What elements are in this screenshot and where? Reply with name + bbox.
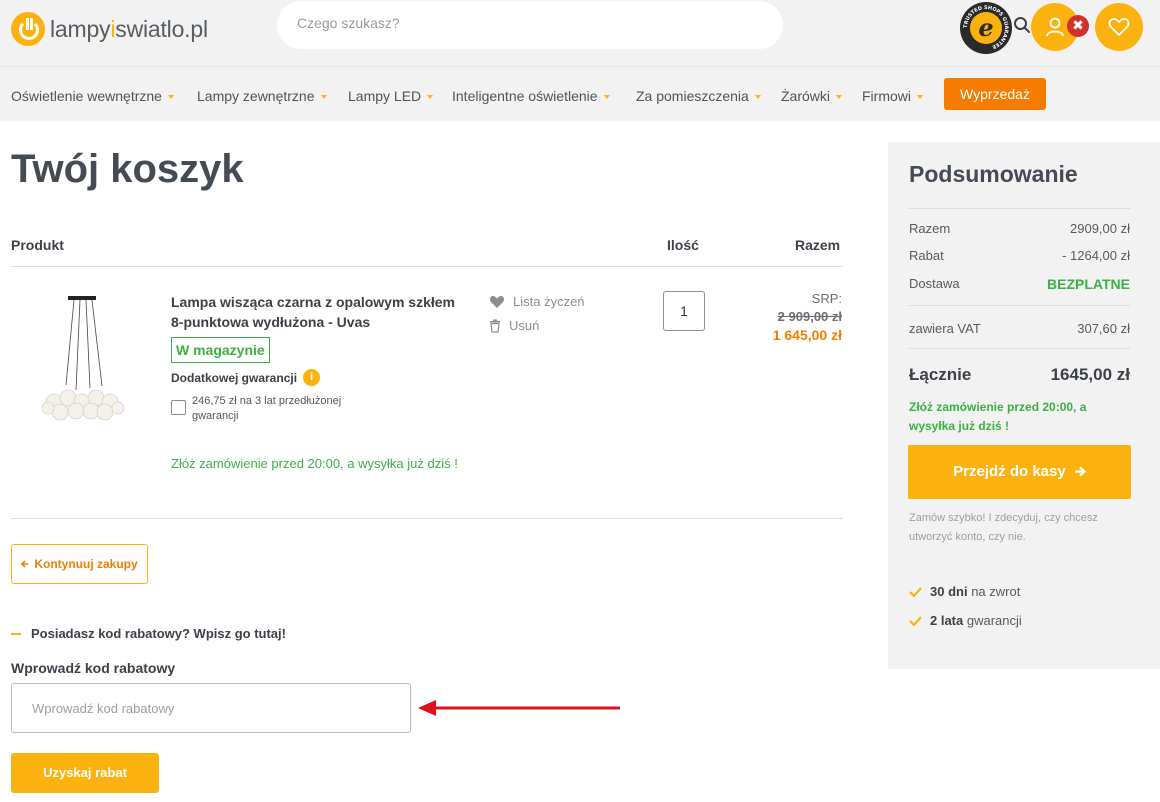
- apply-coupon-button[interactable]: Uzyskaj rabat: [11, 753, 159, 793]
- nav-item-indoor[interactable]: Oświetlenie wewnętrzne: [11, 88, 174, 104]
- check-icon: [909, 615, 922, 626]
- main-navigation: Oświetlenie wewnętrzne Lampy zewnętrzne …: [0, 66, 1160, 121]
- vat-value: 307,60 zł: [1077, 321, 1130, 336]
- stock-badge: W magazynie: [171, 337, 270, 363]
- sale-button[interactable]: Wyprzedaż: [944, 78, 1046, 110]
- divider: [909, 208, 1130, 209]
- total-value: 1645,00 zł: [1050, 365, 1130, 384]
- summary-total-row: Łącznie 1645,00 zł: [909, 365, 1130, 385]
- heart-icon: [1108, 18, 1130, 37]
- collapse-dash-icon: [11, 632, 21, 635]
- warranty-label: Dodatkowej gwarancji: [171, 371, 298, 385]
- checkout-button[interactable]: Przejdź do kasy: [908, 445, 1131, 499]
- price-block: SRP: 2 909,00 zł 1 645,00 zł: [773, 290, 842, 345]
- new-price: 1 645,00 zł: [772, 327, 842, 343]
- caret-down-icon: [167, 95, 174, 100]
- nav-item-business[interactable]: Firmowi: [862, 88, 923, 104]
- discount-label: Rabat: [909, 248, 944, 263]
- summary-subtotal-row: Razem 2909,00 zł: [909, 221, 1130, 236]
- divider: [909, 305, 1130, 306]
- divider: [11, 266, 843, 267]
- product-name[interactable]: Lampa wisząca czarna z opalowym szkłem 8…: [171, 292, 461, 332]
- nav-item-outdoor[interactable]: Lampy zewnętrzne: [197, 88, 327, 104]
- caret-down-icon: [917, 95, 923, 100]
- caret-down-icon: [754, 95, 761, 100]
- total-label: Łącznie: [909, 365, 972, 384]
- search-input[interactable]: [297, 15, 717, 31]
- caret-down-icon: [603, 95, 610, 100]
- warranty-checkbox[interactable]: [171, 400, 186, 415]
- summary-vat-row: zawiera VAT 307,60 zł: [909, 321, 1130, 336]
- remove-item-link[interactable]: Usuń: [489, 318, 539, 333]
- perk-warranty-bold: 2 lata: [930, 613, 964, 628]
- summary-title: Podsumowanie: [909, 161, 1078, 187]
- shipping-value: BEZPLATNE: [1047, 276, 1130, 292]
- site-logo[interactable]: lampyiswiatlo.pl: [11, 12, 208, 46]
- old-price: 2 909,00 zł: [777, 309, 842, 324]
- column-header-total: Razem: [795, 237, 841, 253]
- heart-icon: [489, 295, 505, 308]
- guest-checkout-note: Zamów szybko! I zdecyduj, czy chcesz utw…: [909, 512, 1098, 543]
- trusted-shops-badge[interactable]: TRUSTED SHOPS GUARANTEE e: [960, 2, 1012, 54]
- arrow-left-icon: [21, 560, 29, 568]
- column-header-product: Produkt: [11, 237, 64, 253]
- warranty-option-text: 246,75 zł na 3 lat przedłużonej gwarancj…: [192, 395, 342, 422]
- page-title: Twój koszyk: [11, 147, 244, 191]
- site-header: lampyiswiatlo.pl TRUSTED SHOPS GUARANTEE…: [0, 0, 1160, 66]
- column-header-quantity: Ilość: [667, 237, 699, 253]
- nav-item-led[interactable]: Lampy LED: [348, 88, 434, 104]
- nav-item-bulbs[interactable]: Żarówki: [781, 88, 843, 104]
- checkout-label: Przejdź do kasy: [953, 463, 1066, 480]
- user-icon: [1046, 17, 1064, 37]
- perk-returns-text: na zwrot: [971, 584, 1021, 599]
- product-image[interactable]: [40, 290, 126, 425]
- caret-down-icon: [320, 95, 327, 100]
- info-icon[interactable]: i: [303, 369, 320, 386]
- logo-text: lampyiswiatlo.pl: [50, 15, 208, 42]
- continue-shopping-button[interactable]: Kontynuuj zakupy: [11, 544, 148, 584]
- add-to-wishlist-link[interactable]: Lista życzeń: [489, 294, 585, 309]
- summary-shipping-row: Dostawa BEZPLATNE: [909, 276, 1130, 292]
- wishlist-button[interactable]: [1095, 3, 1143, 51]
- subtotal-label: Razem: [909, 221, 951, 236]
- caret-down-icon: [836, 95, 843, 100]
- summary-discount-row: Rabat - 1264,00 zł: [909, 248, 1130, 263]
- coupon-code-input[interactable]: [11, 683, 411, 733]
- nav-item-smart[interactable]: Inteligentne oświetlenie: [452, 88, 610, 104]
- trusted-shops-e-icon: e: [970, 12, 1002, 44]
- search-bar: [277, 1, 1030, 49]
- divider: [11, 518, 843, 519]
- nav-item-rooms[interactable]: Za pomieszczenia: [636, 88, 761, 104]
- summary-shipping-note: Złóż zamówienie przed 20:00, a wysyłka j…: [909, 400, 1087, 433]
- annotation-arrow-icon: [418, 700, 620, 716]
- shipping-note: Złóż zamówienie przed 20:00, a wysyłka j…: [171, 456, 458, 471]
- perk-returns: 30 dni na zwrot: [909, 584, 1020, 599]
- caret-down-icon: [427, 95, 434, 100]
- divider: [909, 348, 1130, 349]
- quantity-input[interactable]: [663, 291, 705, 331]
- srp-label: SRP:: [811, 291, 842, 306]
- coupon-toggle-label: Posiadasz kod rabatowy? Wpisz go tutaj!: [31, 626, 286, 641]
- wishlist-label: Lista życzeń: [513, 294, 585, 309]
- continue-shopping-label: Kontynuuj zakupy: [34, 557, 138, 571]
- remove-label: Usuń: [509, 318, 540, 333]
- check-icon: [909, 586, 922, 597]
- coupon-field-label: Wprowadź kod rabatowy: [11, 660, 176, 676]
- discount-value: - 1264,00 zł: [1062, 248, 1130, 263]
- trash-icon: [490, 319, 500, 333]
- perk-warranty-text: gwarancji: [966, 613, 1022, 628]
- coupon-toggle[interactable]: Posiadasz kod rabatowy? Wpisz go tutaj!: [11, 626, 286, 641]
- shipping-label: Dostawa: [909, 276, 960, 291]
- search-icon[interactable]: [1013, 16, 1031, 34]
- arrow-right-icon: [1074, 466, 1087, 477]
- close-badge-icon[interactable]: ✖: [1067, 15, 1089, 37]
- order-summary: Podsumowanie Razem 2909,00 zł Rabat - 12…: [888, 142, 1160, 669]
- perk-returns-bold: 30 dni: [930, 584, 968, 599]
- perk-warranty: 2 lata gwarancji: [909, 613, 1022, 628]
- logo-power-icon: [11, 12, 45, 46]
- subtotal-value: 2909,00 zł: [1070, 221, 1130, 236]
- vat-label: zawiera VAT: [909, 321, 981, 336]
